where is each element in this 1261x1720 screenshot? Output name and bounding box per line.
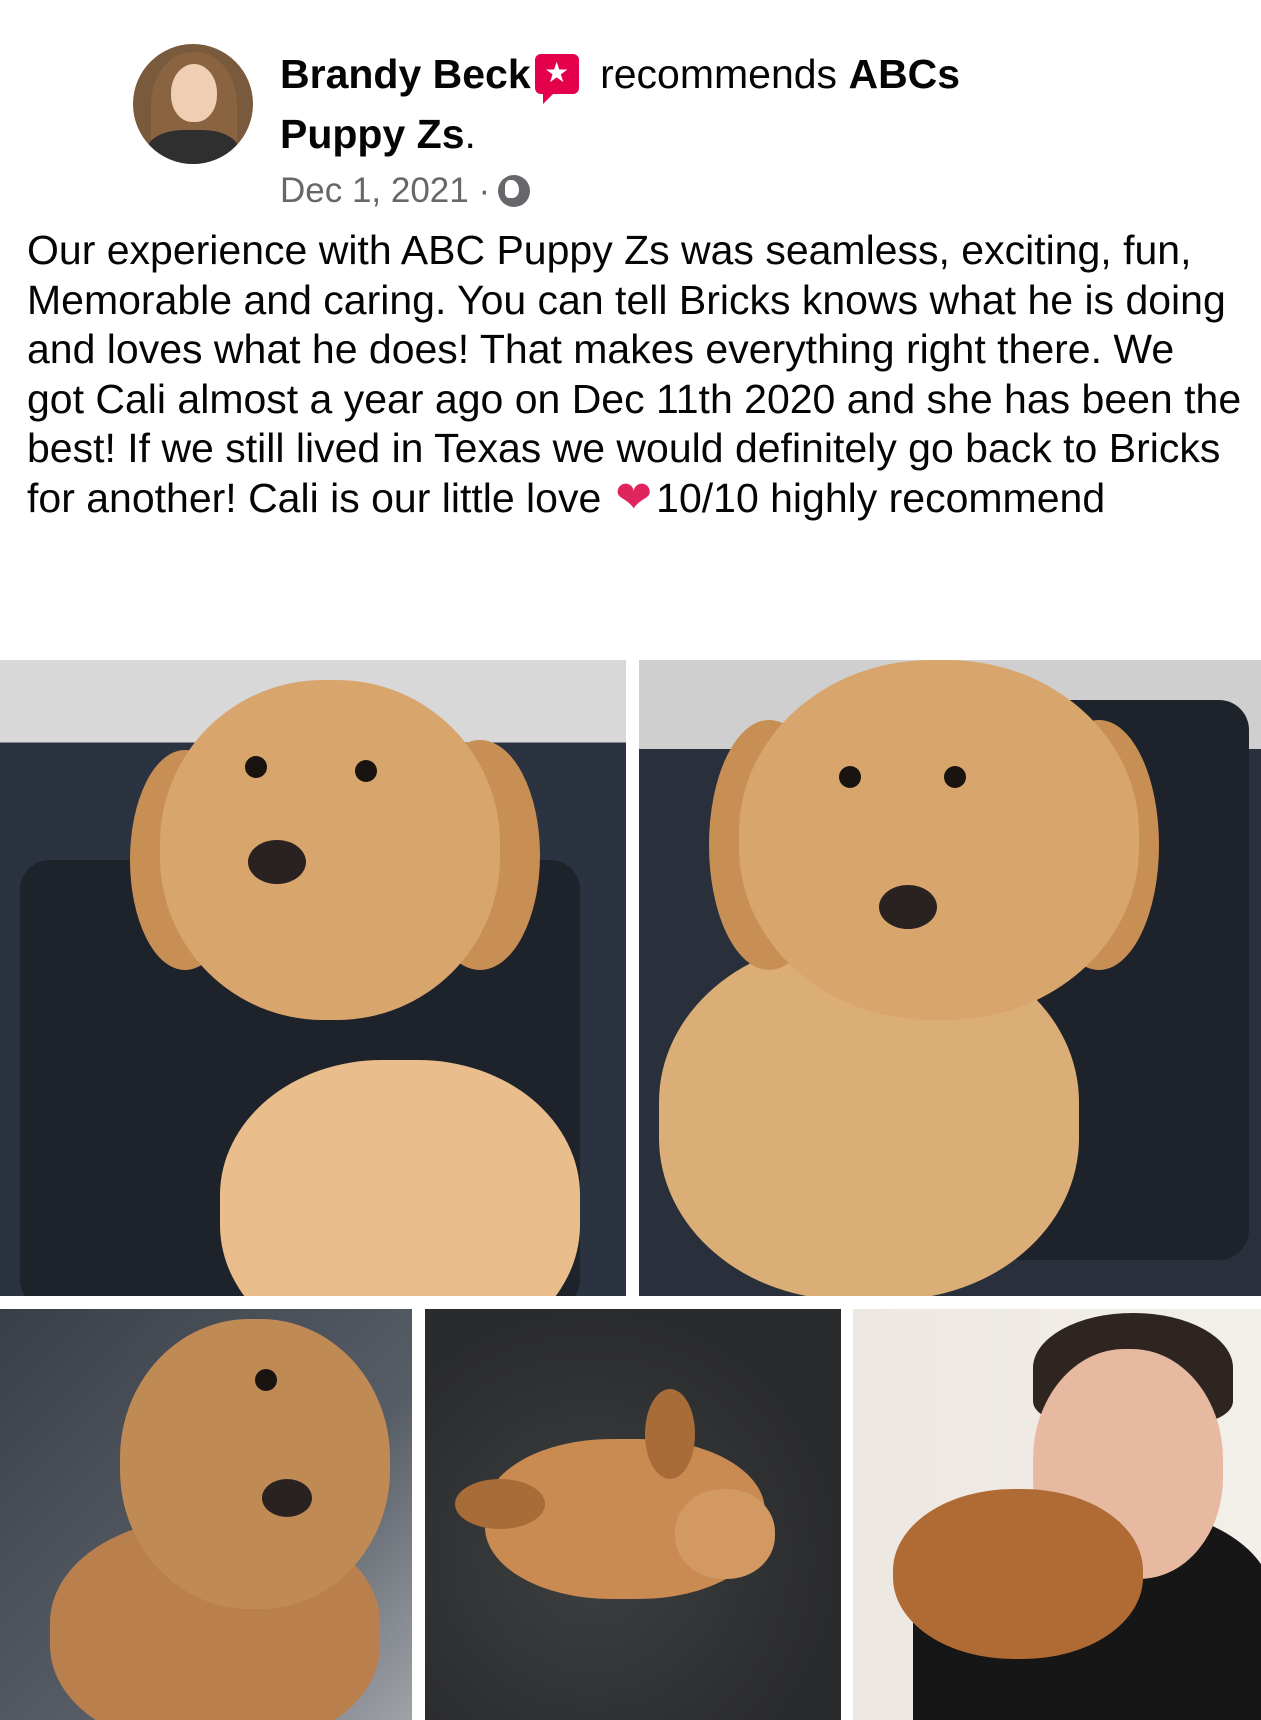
- dog-leg: [645, 1389, 695, 1479]
- dog-head: [893, 1489, 1143, 1659]
- dog-head: [160, 680, 500, 1020]
- dog-nose: [262, 1479, 312, 1517]
- title-period: .: [464, 111, 476, 157]
- recommendation-badge-icon: [534, 54, 579, 104]
- post-text-end: 10/10 highly recommend: [656, 474, 1106, 521]
- meta-separator: ·: [478, 171, 491, 210]
- post-photo-3[interactable]: [0, 1309, 412, 1720]
- dog-eye: [245, 756, 267, 778]
- dog-eye: [255, 1369, 277, 1391]
- avatar-shirt: [147, 130, 239, 164]
- post-meta: Dec 1, 2021 ·: [280, 166, 531, 216]
- author-avatar[interactable]: [133, 44, 253, 164]
- avatar-face: [171, 64, 217, 122]
- business-name-part2[interactable]: Puppy Zs: [280, 111, 465, 157]
- post-photo-1[interactable]: [0, 660, 626, 1296]
- dog-eye: [839, 766, 861, 788]
- post-photo-2[interactable]: [639, 660, 1261, 1296]
- globe-icon[interactable]: [498, 175, 531, 207]
- action-text: recommends: [600, 51, 838, 97]
- post-photo-5[interactable]: [853, 1309, 1261, 1720]
- dog-eye: [944, 766, 966, 788]
- dog-body: [220, 1060, 580, 1296]
- dog-eye: [355, 760, 377, 782]
- post-body: Our experience with ABC Puppy Zs was sea…: [27, 226, 1242, 523]
- post-date[interactable]: Dec 1, 2021: [280, 171, 469, 210]
- business-name-part1[interactable]: ABCs: [848, 51, 960, 97]
- heart-icon: ❤: [615, 471, 653, 523]
- post-photo-4[interactable]: [425, 1309, 841, 1720]
- dog-head: [675, 1489, 775, 1579]
- dog-head: [120, 1319, 390, 1609]
- dog-nose: [248, 840, 306, 884]
- author-name[interactable]: Brandy Beck: [280, 51, 531, 97]
- post-title: Brandy Beck recommends ABCs Puppy Zs.: [280, 44, 1180, 164]
- dog-head: [739, 660, 1139, 1020]
- dog-nose: [879, 885, 937, 929]
- dog-leg: [455, 1479, 545, 1529]
